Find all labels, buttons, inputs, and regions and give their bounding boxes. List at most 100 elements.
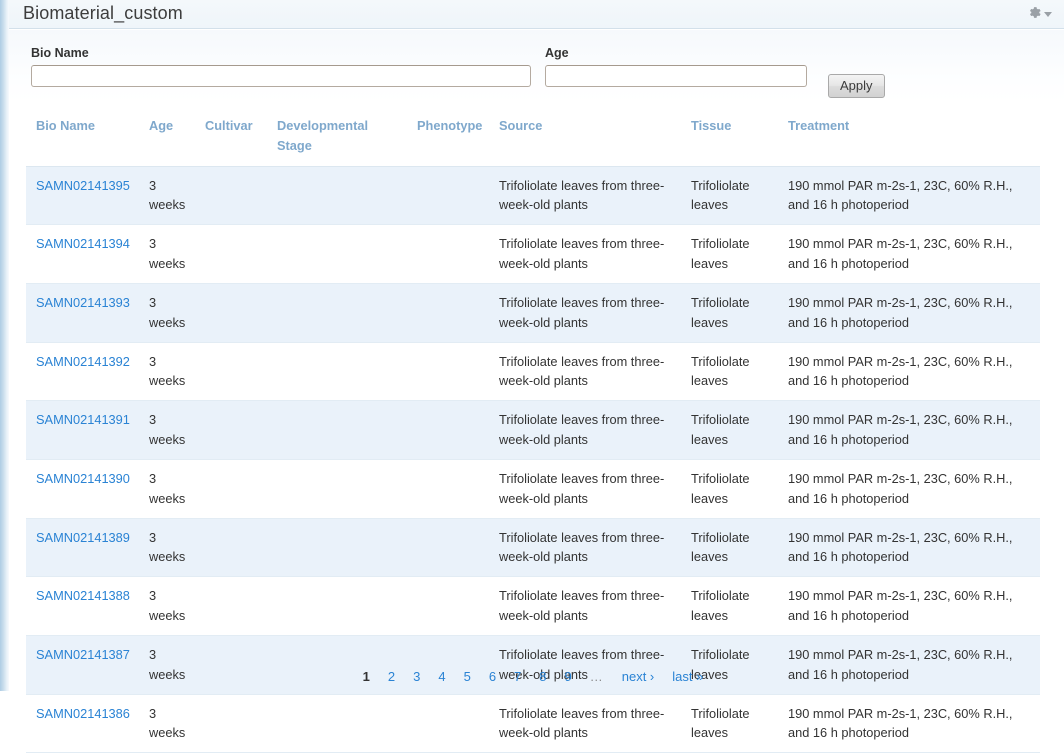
- cell-tissue: Trifoliolate leaves: [681, 459, 778, 519]
- cell-age: 3 weeks: [139, 283, 195, 343]
- cell-cultivar: [195, 694, 267, 753]
- column-header-age[interactable]: Age: [139, 110, 195, 167]
- pagination-page-3[interactable]: 3: [413, 669, 420, 684]
- pagination-ellipsis: …: [589, 669, 604, 684]
- cell-cultivar: [195, 342, 267, 402]
- chevron-down-icon[interactable]: [1044, 11, 1052, 17]
- bio-name-link[interactable]: SAMN02141387: [36, 647, 130, 662]
- table-row: SAMN02141391 3 weeks Trifoliolate leaves f…: [26, 400, 1040, 460]
- page-title: Biomaterial_custom: [23, 3, 183, 23]
- cell-age: 3 weeks: [139, 694, 195, 753]
- column-header-phenotype[interactable]: Phenotype: [407, 110, 489, 167]
- cell-phenotype: [407, 576, 489, 636]
- cell-phenotype: [407, 635, 489, 695]
- column-header-bio-name[interactable]: Bio Name: [26, 110, 139, 167]
- cell-age: 3 weeks: [139, 635, 195, 695]
- settings-menu-button[interactable]: [1027, 5, 1052, 20]
- cell-source: Trifoliolate leaves from three-week-old …: [489, 518, 681, 578]
- cell-phenotype: [407, 342, 489, 402]
- table-body: SAMN02141395 3 weeks Trifoliolate leaves f…: [26, 166, 1040, 753]
- apply-button[interactable]: Apply: [828, 74, 885, 98]
- cell-developmental-stage: [267, 400, 407, 460]
- cell-cultivar: [195, 635, 267, 695]
- cell-source: Trifoliolate leaves from three-week-old …: [489, 342, 681, 402]
- gear-icon[interactable]: [1027, 5, 1042, 20]
- cell-developmental-stage: [267, 166, 407, 226]
- cell-bio-name: SAMN02141388: [26, 576, 139, 636]
- cell-cultivar: [195, 400, 267, 460]
- column-header-cultivar[interactable]: Cultivar: [195, 110, 267, 167]
- cell-source: Trifoliolate leaves from three-week-old …: [489, 694, 681, 753]
- bio-name-link[interactable]: SAMN02141388: [36, 588, 130, 603]
- column-header-developmental-stage[interactable]: Developmental Stage: [267, 110, 407, 167]
- cell-developmental-stage: [267, 224, 407, 284]
- pagination-page-5[interactable]: 5: [464, 669, 471, 684]
- cell-phenotype: [407, 283, 489, 343]
- cell-cultivar: [195, 283, 267, 343]
- table-row: SAMN02141394 3 weeks Trifoliolate leaves f…: [26, 224, 1040, 284]
- column-header-tissue[interactable]: Tissue: [681, 110, 778, 167]
- cell-bio-name: SAMN02141392: [26, 342, 139, 402]
- age-label: Age: [545, 46, 569, 60]
- bio-name-link[interactable]: SAMN02141390: [36, 471, 130, 486]
- cell-tissue: Trifoliolate leaves: [681, 400, 778, 460]
- bio-name-link[interactable]: SAMN02141386: [36, 706, 130, 721]
- age-input[interactable]: [545, 65, 807, 87]
- cell-phenotype: [407, 166, 489, 226]
- cell-bio-name: SAMN02141393: [26, 283, 139, 343]
- cell-age: 3 weeks: [139, 518, 195, 578]
- cell-developmental-stage: [267, 576, 407, 636]
- cell-tissue: Trifoliolate leaves: [681, 694, 778, 753]
- cell-treatment: 190 mmol PAR m-2s-1, 23C, 60% R.H., and …: [778, 518, 1040, 578]
- cell-treatment: 190 mmol PAR m-2s-1, 23C, 60% R.H., and …: [778, 283, 1040, 343]
- column-header-treatment[interactable]: Treatment: [778, 110, 1040, 167]
- cell-cultivar: [195, 166, 267, 226]
- pagination-page-2[interactable]: 2: [388, 669, 395, 684]
- cell-tissue: Trifoliolate leaves: [681, 166, 778, 226]
- bio-name-field-group: Bio Name: [31, 46, 531, 87]
- cell-phenotype: [407, 694, 489, 753]
- cell-age: 3 weeks: [139, 342, 195, 402]
- column-header-source[interactable]: Source: [489, 110, 681, 167]
- bio-name-link[interactable]: SAMN02141391: [36, 412, 130, 427]
- cell-source: Trifoliolate leaves from three-week-old …: [489, 224, 681, 284]
- pagination-page-8[interactable]: 8: [539, 669, 546, 684]
- table-row: SAMN02141392 3 weeks Trifoliolate leaves f…: [26, 342, 1040, 402]
- bio-name-link[interactable]: SAMN02141394: [36, 236, 130, 251]
- cell-age: 3 weeks: [139, 224, 195, 284]
- table-row: SAMN02141387 3 weeks Trifoliolate leaves f…: [26, 635, 1040, 695]
- table-row: SAMN02141386 3 weeks Trifoliolate leaves f…: [26, 694, 1040, 753]
- cell-tissue: Trifoliolate leaves: [681, 342, 778, 402]
- cell-phenotype: [407, 459, 489, 519]
- bio-name-link[interactable]: SAMN02141393: [36, 295, 130, 310]
- panel-left-edge: [0, 0, 9, 691]
- pagination-page-6[interactable]: 6: [489, 669, 496, 684]
- table-row: SAMN02141395 3 weeks Trifoliolate leaves f…: [26, 166, 1040, 226]
- cell-bio-name: SAMN02141387: [26, 635, 139, 695]
- bio-name-link[interactable]: SAMN02141395: [36, 178, 130, 193]
- bio-name-link[interactable]: SAMN02141389: [36, 530, 130, 545]
- pagination-page-7[interactable]: 7: [514, 669, 521, 684]
- pagination-page-4[interactable]: 4: [438, 669, 445, 684]
- table-row: SAMN02141390 3 weeks Trifoliolate leaves f…: [26, 459, 1040, 519]
- biomaterial-panel: Biomaterial_custom Bio Name Age Apply Bi…: [0, 0, 1064, 753]
- cell-tissue: Trifoliolate leaves: [681, 224, 778, 284]
- cell-source: Trifoliolate leaves from three-week-old …: [489, 459, 681, 519]
- pagination-current-page: 1: [362, 669, 370, 684]
- bio-name-input[interactable]: [31, 65, 531, 87]
- cell-developmental-stage: [267, 459, 407, 519]
- bio-name-link[interactable]: SAMN02141392: [36, 354, 130, 369]
- pagination-last-link[interactable]: last »: [672, 669, 703, 684]
- pagination-page-9[interactable]: 9: [565, 669, 572, 684]
- cell-developmental-stage: [267, 694, 407, 753]
- cell-treatment: 190 mmol PAR m-2s-1, 23C, 60% R.H., and …: [778, 224, 1040, 284]
- cell-source: Trifoliolate leaves from three-week-old …: [489, 635, 681, 695]
- cell-developmental-stage: [267, 342, 407, 402]
- cell-source: Trifoliolate leaves from three-week-old …: [489, 576, 681, 636]
- bio-name-label: Bio Name: [31, 46, 89, 60]
- cell-source: Trifoliolate leaves from three-week-old …: [489, 283, 681, 343]
- cell-treatment: 190 mmol PAR m-2s-1, 23C, 60% R.H., and …: [778, 166, 1040, 226]
- cell-developmental-stage: [267, 518, 407, 578]
- cell-phenotype: [407, 224, 489, 284]
- pagination-next-link[interactable]: next ›: [622, 669, 655, 684]
